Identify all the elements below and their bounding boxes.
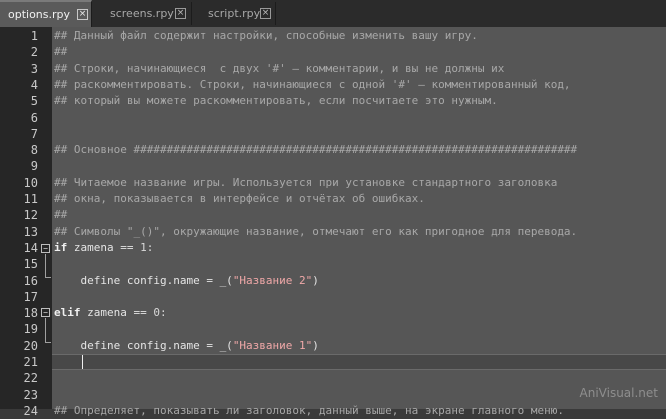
- code-token: ==: [133, 306, 147, 319]
- line-number: 5: [30, 94, 38, 108]
- code-token: 0:: [146, 306, 167, 319]
- tab-label: script.rpy: [208, 7, 261, 20]
- code-line[interactable]: ##: [54, 207, 67, 223]
- code-token: ## Читаемое название игры. Используется …: [54, 176, 558, 189]
- code-token: 1:: [133, 241, 154, 254]
- close-icon[interactable]: ×: [77, 8, 88, 20]
- code-line[interactable]: ## окна, показывается в интерфейсе и отч…: [54, 191, 425, 207]
- line-number: 20: [23, 339, 38, 353]
- code-line[interactable]: ## Символы "_()", окружающие название, о…: [54, 224, 577, 240]
- line-number: 22: [23, 371, 38, 385]
- line-number: 21: [23, 355, 38, 369]
- code-line[interactable]: ## Основное ############################…: [54, 142, 577, 158]
- line-number: 2: [30, 45, 38, 59]
- close-icon[interactable]: ×: [175, 7, 186, 19]
- line-number: 15: [23, 257, 38, 271]
- fold-toggle-icon[interactable]: −: [41, 244, 50, 253]
- code-token: "Название 1": [232, 339, 313, 352]
- fold-guide-line: [45, 318, 46, 342]
- code-line[interactable]: ## Читаемое название игры. Используется …: [54, 175, 557, 191]
- code-token: if: [54, 241, 68, 254]
- current-line-highlight: [52, 354, 666, 370]
- code-token: ): [312, 274, 319, 287]
- line-number: 12: [23, 208, 38, 222]
- tab-options-rpy[interactable]: options.rpy ×: [0, 0, 92, 27]
- line-number: 23: [23, 388, 38, 402]
- text-caret: [82, 355, 83, 369]
- code-token: ## который вы можете раскомментировать, …: [54, 94, 498, 107]
- code-line[interactable]: ## Строки, начинающиеся с двух '#' — ком…: [54, 61, 504, 77]
- line-number: 8: [30, 143, 38, 157]
- tab-label: options.rpy: [8, 8, 71, 21]
- close-icon[interactable]: ×: [260, 7, 271, 19]
- code-token: define config.name = _(: [54, 274, 233, 287]
- code-token: ##: [54, 208, 68, 221]
- code-line[interactable]: ## Определяет, показывать ли заголовок, …: [54, 403, 564, 419]
- code-token: ## Определяет, показывать ли заголовок, …: [54, 404, 564, 417]
- code-line[interactable]: define config.name = _("Название 2"): [54, 273, 319, 289]
- line-number: 24: [23, 404, 38, 418]
- code-line[interactable]: ## который вы можете раскомментировать, …: [54, 93, 498, 109]
- code-line[interactable]: define config.name = _("Название 1"): [54, 338, 319, 354]
- fold-toggle-icon[interactable]: −: [41, 308, 50, 317]
- code-token: ## Строки, начинающиеся с двух '#' — ком…: [54, 62, 505, 75]
- watermark: AniVisual.net: [579, 386, 658, 400]
- line-number: 4: [30, 78, 38, 92]
- code-line[interactable]: elif zamena == 0:: [54, 305, 167, 321]
- code-token: ## Данный файл содержит настройки, спосо…: [54, 29, 478, 42]
- code-line[interactable]: ## Данный файл содержит настройки, спосо…: [54, 28, 478, 44]
- tab-screens-rpy[interactable]: screens.rpy ×: [92, 2, 192, 25]
- code-token: ## окна, показывается в интерфейсе и отч…: [54, 192, 425, 205]
- code-token: elif: [54, 306, 81, 319]
- code-line[interactable]: ##: [54, 44, 67, 60]
- line-number: 16: [23, 274, 38, 288]
- code-token: ## раскомментировать. Строки, начинающие…: [54, 78, 571, 91]
- code-line[interactable]: ## раскомментировать. Строки, начинающие…: [54, 77, 571, 93]
- line-number: 9: [30, 159, 38, 173]
- code-token: "Название 2": [232, 274, 313, 287]
- line-number: 6: [30, 111, 38, 125]
- line-number: 10: [23, 176, 38, 190]
- code-token: ## Основное ############################…: [54, 143, 578, 156]
- line-number: 1: [30, 29, 38, 43]
- code-token: ## Символы "_()", окружающие название, о…: [54, 225, 578, 238]
- fold-guide-line: [45, 254, 46, 277]
- fold-guide-end: [45, 277, 51, 278]
- tab-label: screens.rpy: [110, 7, 174, 20]
- code-token: ##: [54, 45, 68, 58]
- code-token: zamena: [67, 241, 121, 254]
- line-number: 11: [23, 192, 38, 206]
- line-number: 17: [23, 290, 38, 304]
- tab-bar: options.rpy × screens.rpy × script.rpy ×: [0, 0, 666, 27]
- line-number: 13: [23, 225, 38, 239]
- line-number: 3: [30, 62, 38, 76]
- line-number: 19: [23, 322, 38, 336]
- code-token: ): [312, 339, 319, 352]
- code-token: ==: [120, 241, 134, 254]
- line-number: 14: [23, 241, 38, 255]
- line-number: 7: [30, 127, 38, 141]
- code-line[interactable]: if zamena == 1:: [54, 240, 153, 256]
- code-token: zamena: [80, 306, 134, 319]
- line-number: 18: [23, 306, 38, 320]
- fold-guide-end: [45, 342, 51, 343]
- tab-script-rpy[interactable]: script.rpy ×: [192, 2, 276, 25]
- code-token: define config.name = _(: [54, 339, 233, 352]
